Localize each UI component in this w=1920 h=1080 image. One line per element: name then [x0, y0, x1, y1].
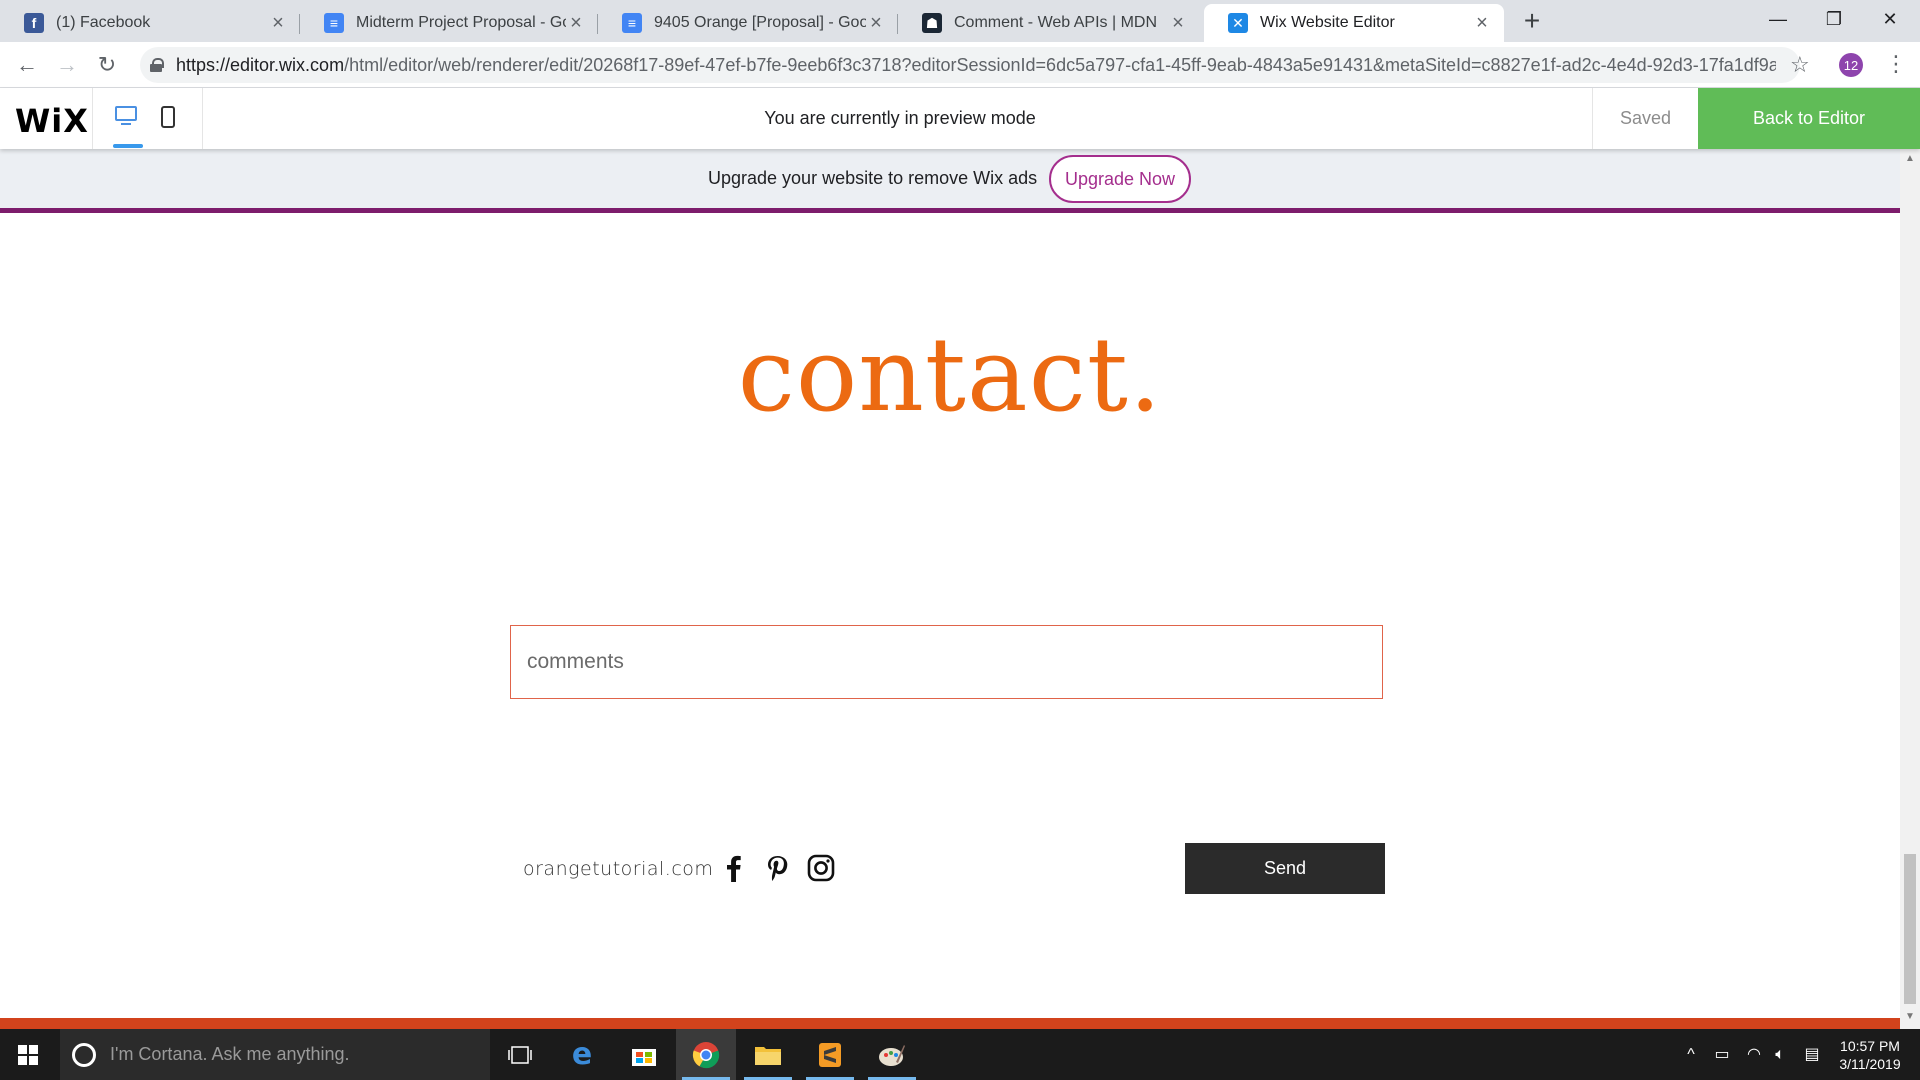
- clock-time: 10:57 PM: [1840, 1038, 1900, 1054]
- clock-date: 3/11/2019: [1839, 1056, 1901, 1072]
- microsoft-store-icon[interactable]: [614, 1029, 674, 1080]
- windows-start-icon[interactable]: [18, 1045, 38, 1065]
- tab-facebook[interactable]: f (1) Facebook ×: [0, 4, 300, 42]
- desktop-view-icon[interactable]: [112, 104, 142, 132]
- divider: [92, 88, 93, 149]
- tab-title: Midterm Project Proposal - Goog: [356, 14, 566, 31]
- close-icon[interactable]: ×: [1168, 12, 1188, 35]
- comments-field[interactable]: comments: [510, 625, 1383, 699]
- back-to-editor-button[interactable]: Back to Editor: [1698, 88, 1920, 149]
- google-docs-icon: ≡: [622, 13, 642, 33]
- profile-avatar[interactable]: 12: [1839, 53, 1863, 77]
- address-bar[interactable]: https://editor.wix.com/html/editor/web/r…: [140, 47, 1800, 83]
- edge-browser-icon[interactable]: e: [552, 1029, 612, 1080]
- back-arrow-icon[interactable]: ←: [12, 50, 42, 80]
- chrome-browser-icon[interactable]: [676, 1029, 736, 1080]
- windows-taskbar: I'm Cortana. Ask me anything. e ^ ▭ ◠ 🔈︎…: [0, 1029, 1920, 1080]
- mdn-icon: ☗: [922, 13, 942, 33]
- task-view-icon[interactable]: [490, 1029, 550, 1080]
- footer-accent-bar: [0, 1018, 1900, 1029]
- ad-text: Upgrade your website to remove Wix ads: [708, 168, 1038, 188]
- scroll-down-arrow-icon[interactable]: ▼: [1900, 1011, 1920, 1022]
- browser-menu-icon[interactable]: ⋮: [1885, 52, 1907, 76]
- send-button[interactable]: Send: [1185, 843, 1385, 894]
- restore-button[interactable]: ❐: [1806, 0, 1862, 38]
- tab-mdn-comment[interactable]: ☗ Comment - Web APIs | MDN ×: [898, 4, 1200, 42]
- comments-placeholder: comments: [527, 650, 624, 673]
- scroll-thumb[interactable]: [1904, 854, 1916, 1004]
- divider: [202, 88, 203, 149]
- pinterest-icon[interactable]: [762, 853, 792, 883]
- browser-toolbar: ← → ↻ https://editor.wix.com/html/editor…: [0, 42, 1920, 88]
- cortana-search-box[interactable]: I'm Cortana. Ask me anything.: [60, 1029, 490, 1080]
- tab-wix-editor[interactable]: ✕ Wix Website Editor ×: [1204, 4, 1504, 42]
- cortana-placeholder: I'm Cortana. Ask me anything.: [110, 1044, 350, 1064]
- saved-status: Saved: [1592, 88, 1698, 149]
- close-icon[interactable]: ×: [1472, 12, 1492, 35]
- page-title: contact.: [737, 316, 1163, 435]
- preview-mode-text: You are currently in preview mode: [764, 108, 1036, 128]
- sublime-text-icon[interactable]: [800, 1029, 860, 1080]
- facebook-icon: f: [24, 13, 44, 33]
- wix-preview-bar: WiX You are currently in preview mode Sa…: [0, 88, 1920, 149]
- active-device-indicator: [113, 144, 143, 148]
- forward-arrow-icon[interactable]: →: [52, 50, 82, 80]
- new-tab-button[interactable]: +: [1518, 7, 1546, 36]
- url-path: /html/editor/web/renderer/edit/20268f17-…: [344, 54, 1776, 75]
- browser-tab-strip: f (1) Facebook × ≡ Midterm Project Propo…: [0, 0, 1920, 42]
- system-clock[interactable]: 10:57 PM 3/11/2019: [1830, 1037, 1910, 1073]
- url-text[interactable]: https://editor.wix.com/html/editor/web/r…: [176, 55, 1776, 76]
- minimize-button[interactable]: —: [1750, 0, 1806, 38]
- tab-title: 9405 Orange [Proposal] - Google: [654, 14, 866, 31]
- facebook-icon[interactable]: [719, 853, 749, 883]
- wix-icon: ✕: [1228, 13, 1248, 33]
- battery-icon[interactable]: ▭: [1712, 1045, 1732, 1065]
- page-scrollbar[interactable]: ▲ ▼: [1900, 149, 1920, 1029]
- volume-icon[interactable]: 🔈︎: [1770, 1045, 1790, 1065]
- mobile-view-icon[interactable]: [161, 106, 175, 128]
- lock-icon: [150, 58, 164, 72]
- upgrade-now-button[interactable]: Upgrade Now: [1049, 155, 1191, 203]
- wix-ad-banner: Upgrade your website to remove Wix ads U…: [0, 149, 1900, 212]
- url-host: https://editor.wix.com: [176, 54, 345, 75]
- wifi-icon[interactable]: ◠: [1744, 1045, 1764, 1065]
- tab-title: Wix Website Editor: [1260, 14, 1395, 31]
- site-page: contact. comments orangetutorial.com Sen…: [0, 213, 1900, 1018]
- google-docs-icon: ≡: [324, 13, 344, 33]
- site-link[interactable]: orangetutorial.com: [523, 858, 713, 880]
- close-icon[interactable]: ×: [566, 12, 586, 35]
- bookmark-star-icon[interactable]: ☆: [1790, 52, 1810, 78]
- cortana-icon: [72, 1042, 96, 1067]
- file-explorer-icon[interactable]: [738, 1029, 798, 1080]
- tab-orange-proposal[interactable]: ≡ 9405 Orange [Proposal] - Google ×: [598, 4, 898, 42]
- tab-title: Comment - Web APIs | MDN: [954, 14, 1158, 31]
- scroll-up-arrow-icon[interactable]: ▲: [1900, 153, 1920, 164]
- action-center-icon[interactable]: ▤: [1802, 1045, 1822, 1065]
- chevron-up-icon[interactable]: ^: [1681, 1045, 1701, 1065]
- reload-icon[interactable]: ↻: [92, 50, 122, 80]
- tab-midterm-proposal[interactable]: ≡ Midterm Project Proposal - Goog ×: [300, 4, 598, 42]
- wix-logo: WiX: [15, 102, 89, 140]
- instagram-icon[interactable]: [806, 853, 836, 883]
- close-icon[interactable]: ×: [866, 12, 886, 35]
- tab-title: (1) Facebook: [56, 14, 151, 31]
- close-icon[interactable]: ×: [268, 12, 288, 35]
- paint-app-icon[interactable]: [862, 1029, 922, 1080]
- close-window-button[interactable]: ✕: [1862, 0, 1918, 38]
